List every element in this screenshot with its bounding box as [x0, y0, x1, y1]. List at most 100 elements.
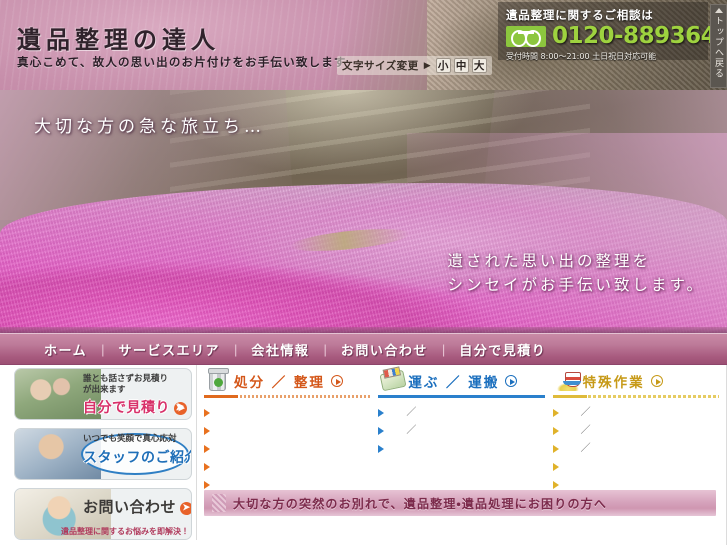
- list-item[interactable]: [204, 404, 370, 422]
- bullet-arrow-icon: [552, 427, 559, 435]
- chevron-right-icon: ▶: [423, 60, 431, 70]
- contact-box: 遺品整理に関するご相談は 0120-889364 受付時間 8:00～21:00…: [498, 2, 717, 61]
- play-icon[interactable]: [330, 375, 343, 387]
- bowl-icon: [553, 369, 583, 393]
- nav-item-service-area[interactable]: サービスエリア: [105, 340, 235, 359]
- nav-separator: |: [234, 341, 238, 357]
- banner-main-label: スタッフのご紹介: [83, 449, 192, 466]
- column-list: ／ ／: [378, 404, 544, 458]
- list-item-label: ／: [580, 443, 591, 454]
- list-item-label: ／: [406, 425, 417, 436]
- special-work-column: 特殊作業 ／ ／ ／: [552, 368, 719, 494]
- sidebar-item-self-estimate[interactable]: 誰とも話さずお見積り が出来ます 自分で見積り ➤: [14, 368, 192, 420]
- banner-swatch-icon: [212, 494, 226, 512]
- list-item[interactable]: ／: [552, 422, 719, 440]
- contact-hours: 受付時間 8:00～21:00 土日祝日対応可能: [506, 52, 657, 61]
- banner-sub-line2: が出来ます: [83, 384, 126, 395]
- column-title: 処分 ／ 整理: [234, 375, 325, 391]
- list-item[interactable]: [204, 422, 370, 440]
- bullet-arrow-icon: [552, 463, 559, 471]
- trash-bin-recycle-icon: [204, 368, 234, 393]
- nav-separator: |: [101, 341, 105, 357]
- font-size-medium-button[interactable]: 中: [453, 58, 469, 73]
- font-size-label: 文字サイズ変更: [342, 60, 419, 72]
- list-item[interactable]: [378, 440, 544, 458]
- contact-lead-text: 遺品整理に関するご相談は: [506, 8, 654, 22]
- nav-separator: |: [441, 341, 446, 357]
- list-item[interactable]: ／: [552, 440, 719, 458]
- list-item-label: ／: [580, 407, 591, 418]
- freedial-icon: [506, 26, 546, 47]
- column-header[interactable]: 処分 ／ 整理: [204, 368, 370, 394]
- sidebar: 誰とも話さずお見積り が出来ます 自分で見積り ➤ いつでも笑顔で真心応対 スタッ…: [14, 368, 192, 545]
- column-rule: [552, 395, 719, 398]
- truck-icon: [378, 369, 408, 393]
- column-header[interactable]: 特殊作業: [553, 368, 719, 394]
- page-root: 遺品整理の達人 真心こめて、故人の思い出のお片付けをお手伝い致します 文字サイズ…: [0, 0, 727, 545]
- back-to-top-tab[interactable]: トップへ戻る: [710, 4, 727, 88]
- play-icon[interactable]: [505, 375, 518, 387]
- list-item-label: ／: [580, 425, 591, 436]
- back-to-top-label: トップへ戻る: [713, 16, 723, 79]
- bullet-arrow-icon: [204, 463, 210, 471]
- arrow-right-icon: ➤: [180, 501, 191, 515]
- main-navigation: ホーム | サービスエリア | 会社情報 | お問い合わせ | 自分で見積り: [0, 333, 727, 365]
- bullet-arrow-icon: [378, 409, 385, 417]
- banner-text: お問い合わせ ➤: [83, 494, 191, 517]
- list-item[interactable]: [204, 440, 370, 458]
- nav-item-self-estimate[interactable]: 自分で見積り: [445, 340, 560, 359]
- column-header[interactable]: 運ぶ ／ 運搬: [378, 368, 544, 394]
- bullet-arrow-icon: [204, 427, 210, 435]
- hero-pink-haze: [407, 133, 727, 333]
- arrow-right-icon: ➤: [174, 401, 187, 415]
- nav-item-company-info[interactable]: 会社情報: [237, 340, 323, 359]
- font-size-small-button[interactable]: 小: [435, 58, 451, 73]
- list-item[interactable]: [552, 458, 719, 476]
- hero-headline-left: 大切な方の急な旅立ち…: [34, 117, 265, 137]
- bullet-arrow-icon: [378, 427, 385, 435]
- content-area: 誰とも話さずお見積り が出来ます 自分で見積り ➤ いつでも笑顔で真心応対 スタッ…: [0, 365, 727, 545]
- play-icon[interactable]: [650, 375, 663, 387]
- column-list: [204, 404, 370, 494]
- banner-sub-line1: いつでも笑顔で真心応対: [83, 434, 177, 444]
- arrow-up-icon: [714, 8, 723, 13]
- banner-text: 誰とも話さずお見積り が出来ます 自分で見積り ➤: [83, 374, 187, 417]
- hero-headline-right-line1: 遺された思い出の整理を: [447, 251, 652, 270]
- banner-footnote: 遺品整理に関するお悩みを即解決！: [61, 527, 189, 536]
- bullet-arrow-icon: [204, 481, 210, 489]
- bullet-arrow-icon: [552, 481, 559, 489]
- banner-sub-line1: 誰とも話さずお見積り: [83, 374, 169, 384]
- column-rule: [204, 395, 371, 398]
- column-title: 特殊作業: [582, 375, 645, 391]
- hero-headline-right-line2: シンセイがお手伝い致します。: [447, 275, 705, 294]
- disposal-column: 処分 ／ 整理: [204, 368, 371, 494]
- banner-main-text: 自分で見積り: [83, 400, 170, 417]
- list-item[interactable]: [204, 458, 370, 476]
- sidebar-item-contact[interactable]: お問い合わせ ➤ 遺品整理に関するお悩みを即解決！: [14, 488, 192, 540]
- sidebar-item-staff-intro[interactable]: いつでも笑顔で真心応対 スタッフのご紹介: [14, 428, 192, 480]
- nav-item-contact[interactable]: お問い合わせ: [327, 340, 442, 359]
- site-header: 遺品整理の達人 真心こめて、故人の思い出のお片付けをお手伝い致します 文字サイズ…: [0, 0, 727, 90]
- bottom-banner-text: 大切な方の突然のお別れで、遺品整理・遺品処理にお困りの方へ: [233, 496, 608, 511]
- list-item[interactable]: ／: [378, 404, 544, 422]
- service-columns: 処分 ／ 整理 運ぶ ／ 運搬 ／ ／ 特殊作業 ／ ／ ／: [204, 368, 719, 494]
- column-title: 運ぶ ／ 運搬: [408, 375, 500, 391]
- bullet-arrow-icon: [552, 409, 559, 417]
- contact-phone-number[interactable]: 0120-889364: [552, 25, 717, 48]
- column-rule: [378, 395, 545, 398]
- list-item[interactable]: ／: [552, 404, 719, 422]
- vertical-divider: [196, 365, 197, 540]
- list-item[interactable]: ／: [378, 422, 544, 440]
- column-list: ／ ／ ／: [552, 404, 719, 494]
- list-item-label: ／: [406, 407, 417, 418]
- font-size-large-button[interactable]: 大: [471, 58, 487, 73]
- banner-text: いつでも笑顔で真心応対 スタッフのご紹介: [83, 434, 192, 467]
- bullet-arrow-icon: [378, 445, 385, 453]
- bullet-arrow-icon: [204, 409, 210, 417]
- contact-phone-row: 0120-889364: [506, 25, 717, 48]
- nav-item-home[interactable]: ホーム: [30, 340, 101, 359]
- site-title: 遺品整理の達人: [17, 25, 220, 54]
- nav-separator: |: [323, 341, 327, 357]
- transport-column: 運ぶ ／ 運搬 ／ ／: [378, 368, 545, 494]
- bottom-promo-banner[interactable]: 大切な方の突然のお別れで、遺品整理・遺品処理にお困りの方へ: [204, 490, 716, 516]
